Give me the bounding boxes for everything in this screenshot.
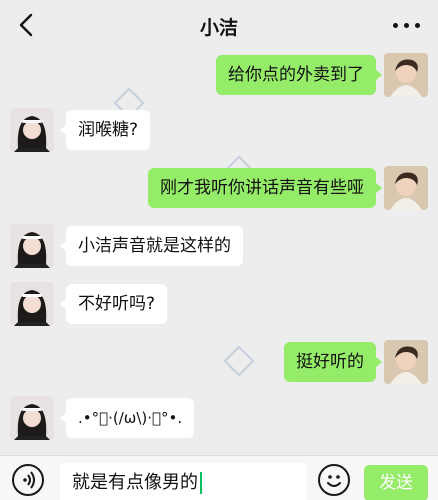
message-bubble-outgoing[interactable]: 刚才我听你讲话声音有些哑 xyxy=(148,168,382,208)
avatar-contact[interactable] xyxy=(10,224,54,268)
text-caret xyxy=(200,472,202,494)
chat-header: 小洁 xyxy=(0,0,438,52)
chat-title: 小洁 xyxy=(199,17,238,39)
message-input[interactable]: 就是有点像男的 xyxy=(60,463,306,500)
avatar-self[interactable] xyxy=(384,166,428,210)
message-bubble-incoming[interactable]: 不好听吗? xyxy=(59,284,168,324)
message-bubble-incoming[interactable]: .•°ﾟ·(/ω\)·ﾟ°•. xyxy=(59,398,195,438)
message-bubble-outgoing[interactable]: 挺好听的 xyxy=(284,342,382,382)
message-bubble-outgoing[interactable]: 给你点的外卖到了 xyxy=(216,55,382,95)
avatar-contact[interactable] xyxy=(10,396,54,440)
input-bar: 就是有点像男的 发送 xyxy=(0,455,438,500)
send-button[interactable]: 发送 xyxy=(364,465,428,500)
message-bubble-incoming[interactable]: 润喉糖? xyxy=(59,110,151,150)
avatar-contact[interactable] xyxy=(10,108,54,152)
avatar-self[interactable] xyxy=(384,340,428,384)
avatar-self[interactable] xyxy=(384,53,428,97)
avatar-contact[interactable] xyxy=(10,282,54,326)
message-bubble-incoming[interactable]: 小洁声音就是这样的 xyxy=(60,226,243,266)
more-dots-icon[interactable] xyxy=(392,14,422,34)
message-input-value: 就是有点像男的 xyxy=(72,472,198,493)
watermark-mark xyxy=(223,345,255,377)
emoji-icon[interactable] xyxy=(318,464,350,496)
voice-icon[interactable] xyxy=(12,464,44,496)
